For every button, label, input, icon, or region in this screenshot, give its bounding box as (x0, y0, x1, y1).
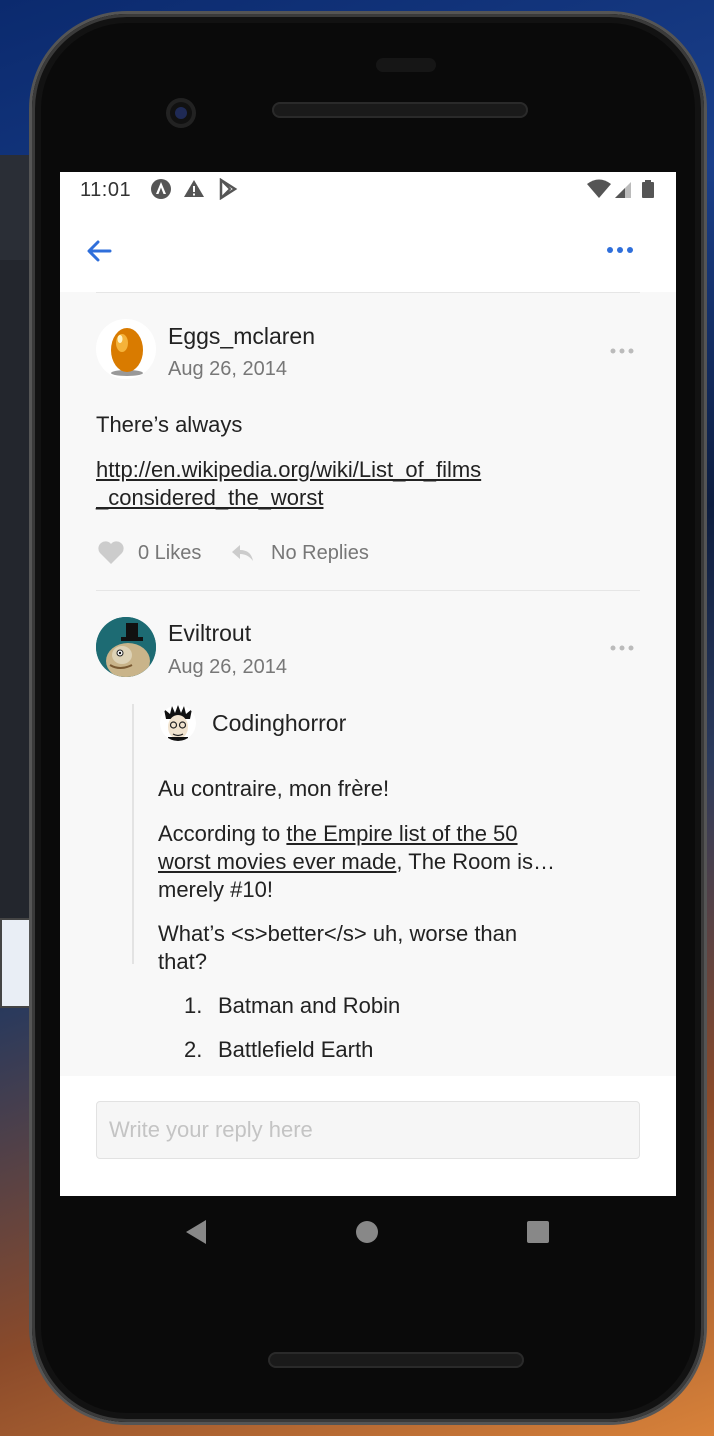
divider (96, 590, 640, 591)
post-date: Aug 26, 2014 (168, 358, 287, 380)
quote-text: What’s <s>better</s> uh, worse than (158, 921, 518, 946)
app-screen: 11:01 Eggs_mclaren Aug 26, 2014 There’s … (60, 172, 676, 1196)
quote-text-line: Au contraire, mon frère! (158, 776, 390, 801)
avatar[interactable] (160, 705, 196, 741)
bottom-speaker (268, 1352, 524, 1368)
top-speaker (272, 102, 528, 118)
list-item: Batman and Robin (218, 993, 401, 1018)
list-number: 1. (184, 993, 203, 1018)
quote-text: merely #10! (158, 877, 273, 902)
post-username[interactable]: Eviltrout (168, 620, 251, 647)
post-link-line1[interactable]: http://en.wikipedia.org/wiki/List_of_fil… (96, 457, 481, 482)
quote-border (132, 704, 134, 964)
post-more-icon[interactable] (608, 344, 638, 358)
play-store-icon (219, 178, 238, 200)
nav-recents-icon[interactable] (526, 1220, 550, 1244)
top-app-bar (60, 208, 676, 292)
status-bar: 11:01 (60, 172, 676, 208)
reply-input[interactable] (96, 1101, 640, 1159)
coding-horror-avatar-icon (164, 705, 192, 741)
status-time: 11:01 (80, 179, 132, 201)
post-date: Aug 26, 2014 (168, 656, 287, 678)
list-number: 2. (184, 1037, 203, 1062)
quote-text: According to (158, 821, 287, 846)
post-text: There’s always (96, 412, 243, 437)
quote-text: , The Room is… (396, 849, 555, 874)
trout-top-hat-avatar-icon (96, 617, 156, 677)
angular-icon (151, 179, 171, 199)
post-more-icon[interactable] (608, 641, 638, 655)
post-link[interactable]: http://en.wikipedia.org/wiki/List_of_fil… (96, 456, 481, 512)
divider (96, 292, 640, 293)
list-item: Battlefield Earth (218, 1037, 374, 1062)
avatar[interactable] (96, 319, 156, 379)
background-thumbnail (0, 918, 36, 1008)
post-link-line2[interactable]: _considered_the_worst (96, 485, 323, 510)
reply-composer (60, 1076, 676, 1196)
more-horizontal-icon[interactable] (600, 238, 640, 262)
quote-paragraph: What’s <s>better</s> uh, worse than that… (158, 920, 598, 976)
likes-count[interactable]: 0 Likes (138, 542, 201, 565)
warning-icon (184, 180, 204, 197)
nav-back-icon[interactable] (184, 1218, 208, 1246)
golden-egg-avatar-icon (111, 328, 143, 376)
heart-icon[interactable] (97, 540, 125, 566)
quote-text: that? (158, 949, 207, 974)
replies-count[interactable]: No Replies (271, 542, 369, 565)
nav-home-icon[interactable] (355, 1220, 379, 1244)
signal-icon (615, 182, 631, 198)
quote-username[interactable]: Codinghorror (212, 710, 346, 737)
battery-icon (642, 180, 654, 198)
topic-stream: Eggs_mclaren Aug 26, 2014 There’s always… (60, 292, 676, 1076)
front-camera (166, 98, 196, 128)
avatar[interactable] (96, 617, 156, 677)
reply-icon[interactable] (230, 542, 256, 564)
empire-list-link[interactable]: the Empire list of the 50 (286, 821, 517, 846)
arrow-left-icon[interactable] (84, 236, 114, 266)
empire-list-link-cont[interactable]: worst movies ever made (158, 849, 396, 874)
earpiece (376, 58, 436, 72)
quote-paragraph: According to the Empire list of the 50 w… (158, 820, 598, 904)
wifi-icon (587, 179, 611, 198)
post-username[interactable]: Eggs_mclaren (168, 323, 315, 350)
